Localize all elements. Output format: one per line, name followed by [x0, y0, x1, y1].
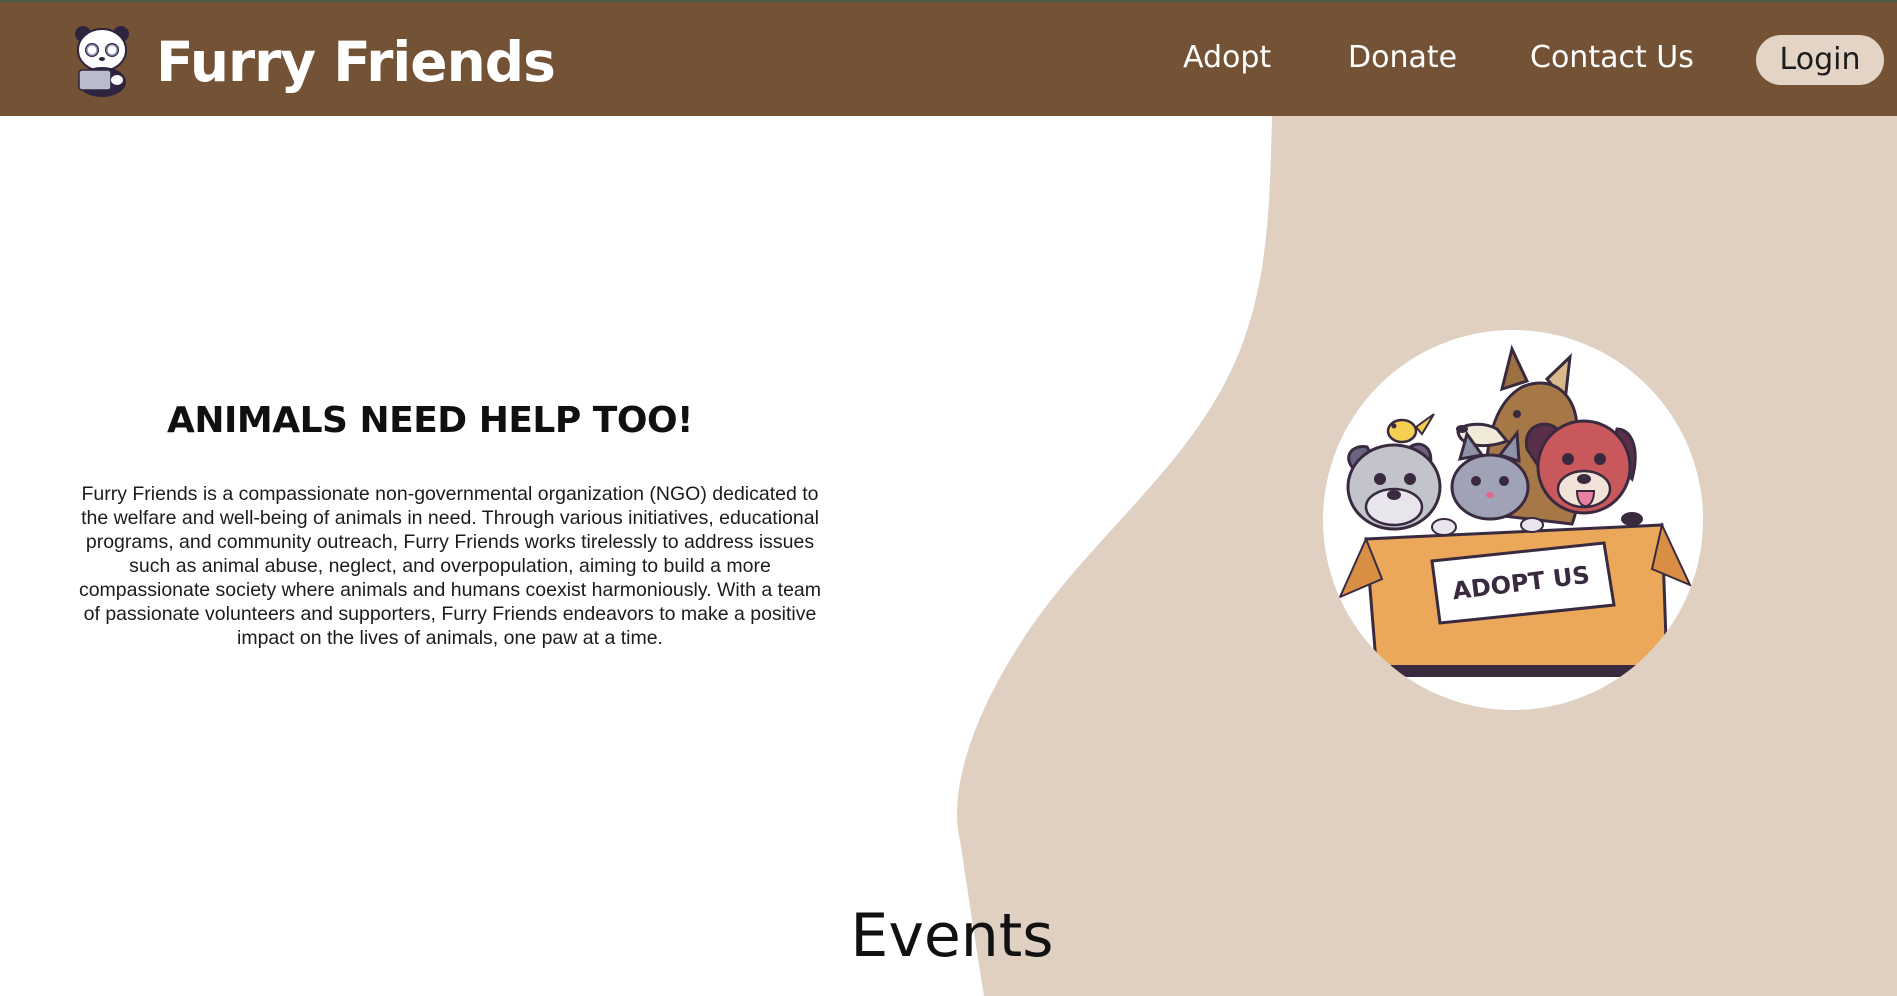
- hero-title: ANIMALS NEED HELP TOO!: [167, 400, 693, 441]
- navbar: Furry Friends Adopt Donate Contact Us Lo…: [0, 2, 1897, 116]
- nav-link-donate[interactable]: Donate: [1348, 38, 1457, 78]
- events-heading: Events: [850, 901, 1054, 971]
- brand-name[interactable]: Furry Friends: [156, 22, 556, 102]
- login-button[interactable]: Login: [1756, 35, 1884, 85]
- nav-link-adopt[interactable]: Adopt: [1183, 38, 1271, 78]
- panda-logo-icon[interactable]: [69, 24, 135, 98]
- adopt-us-illustration: ADOPT US: [1323, 330, 1703, 710]
- hero-description: Furry Friends is a compassionate non-gov…: [78, 483, 822, 649]
- nav-link-contact-us[interactable]: Contact Us: [1530, 38, 1694, 78]
